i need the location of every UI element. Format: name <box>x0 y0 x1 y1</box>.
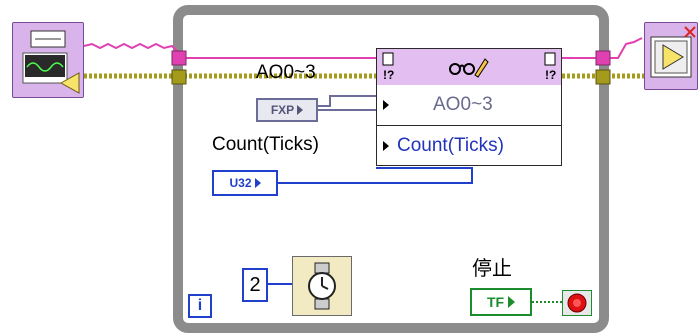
terminal-arrow-icon <box>508 296 516 308</box>
property-node[interactable]: !? !? AO0~3 Count(Ticks) <box>376 48 562 166</box>
numeric-constant-value: 2 <box>249 273 261 296</box>
error-tunnel-left <box>171 69 187 85</box>
dynamic-tunnel-left <box>171 50 187 66</box>
svg-text:!?: !? <box>545 68 556 82</box>
tf-terminal[interactable]: TF <box>470 288 532 316</box>
svg-text:!?: !? <box>383 68 394 82</box>
stop-button-icon <box>567 293 587 313</box>
iteration-terminal-label: i <box>197 297 203 314</box>
property-row-count-label: Count(Ticks) <box>397 134 504 156</box>
u32-terminal[interactable]: U32 <box>212 170 278 196</box>
count-control-label: Count(Ticks) <box>212 134 319 155</box>
iteration-terminal: i <box>188 294 212 318</box>
signal-input-vi[interactable] <box>12 22 84 98</box>
property-row-ao[interactable]: AO0~3 <box>377 85 561 125</box>
signal-output-vi-icon <box>650 26 696 78</box>
signal-input-vi-icon <box>22 30 80 94</box>
fxp-terminal[interactable]: FXP <box>256 98 318 122</box>
property-node-icon: !? !? <box>382 52 556 82</box>
wait-ms-function[interactable] <box>292 256 352 316</box>
numeric-constant[interactable]: 2 <box>242 268 268 302</box>
property-row-ao-label: AO0~3 <box>433 94 493 115</box>
terminal-arrow-icon <box>254 178 261 188</box>
dynamic-data-wire-in <box>83 42 376 59</box>
property-node-header: !? !? <box>377 49 561 86</box>
ao-control-label: AO0~3 <box>256 62 316 83</box>
stop-label: 停止 <box>472 258 512 280</box>
property-row-arrow-icon <box>383 100 389 110</box>
stop-button[interactable] <box>562 290 592 316</box>
property-row-count[interactable]: Count(Ticks) <box>377 125 561 165</box>
u32-wire <box>278 167 473 184</box>
dynamic-tunnel-right <box>595 50 611 66</box>
tf-terminal-label: TF <box>486 294 505 310</box>
property-row-arrow-icon <box>383 140 389 151</box>
error-tunnel-right <box>595 69 611 85</box>
fxp-terminal-label: FXP <box>270 103 295 117</box>
wait-ms-icon <box>308 262 336 310</box>
signal-output-vi[interactable] <box>644 22 698 90</box>
terminal-arrow-icon <box>297 105 304 115</box>
u32-terminal-label: U32 <box>229 176 252 190</box>
